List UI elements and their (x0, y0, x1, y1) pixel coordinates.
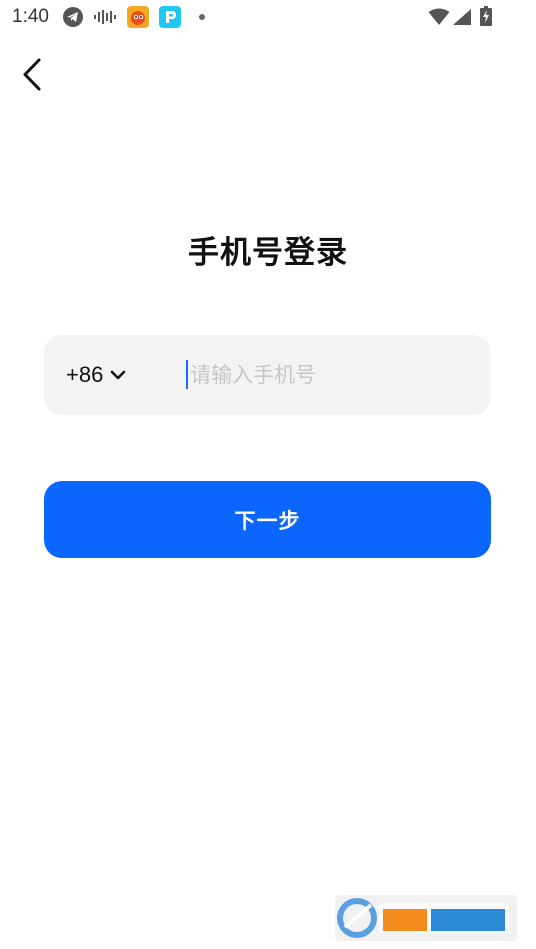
status-bar: 1:40 (0, 0, 536, 36)
country-code-selector[interactable]: +86 (66, 359, 127, 391)
telegram-icon (63, 7, 83, 27)
watermark-logo (335, 895, 517, 941)
signal-icon (453, 9, 471, 25)
game-app-icon (127, 6, 149, 28)
phone-number-input[interactable] (190, 355, 470, 395)
p-app-icon (159, 6, 181, 28)
chevron-down-icon (111, 370, 126, 380)
chevron-left-icon (23, 58, 41, 91)
dot-icon (199, 14, 205, 20)
audio-wave-icon (94, 10, 116, 24)
back-button[interactable] (16, 56, 50, 94)
page-title: 手机号登录 (188, 235, 348, 271)
next-button[interactable]: 下一步 (44, 481, 491, 558)
country-code-label: +86 (66, 362, 104, 387)
login-screen: 1:40 手机号登录 +86 请输入手机号 下一步 (0, 0, 536, 949)
status-time: 1:40 (12, 6, 49, 27)
phone-input-container: +86 (44, 335, 491, 415)
wifi-icon (428, 8, 450, 25)
battery-charging-icon (480, 6, 492, 26)
text-caret (186, 360, 188, 389)
